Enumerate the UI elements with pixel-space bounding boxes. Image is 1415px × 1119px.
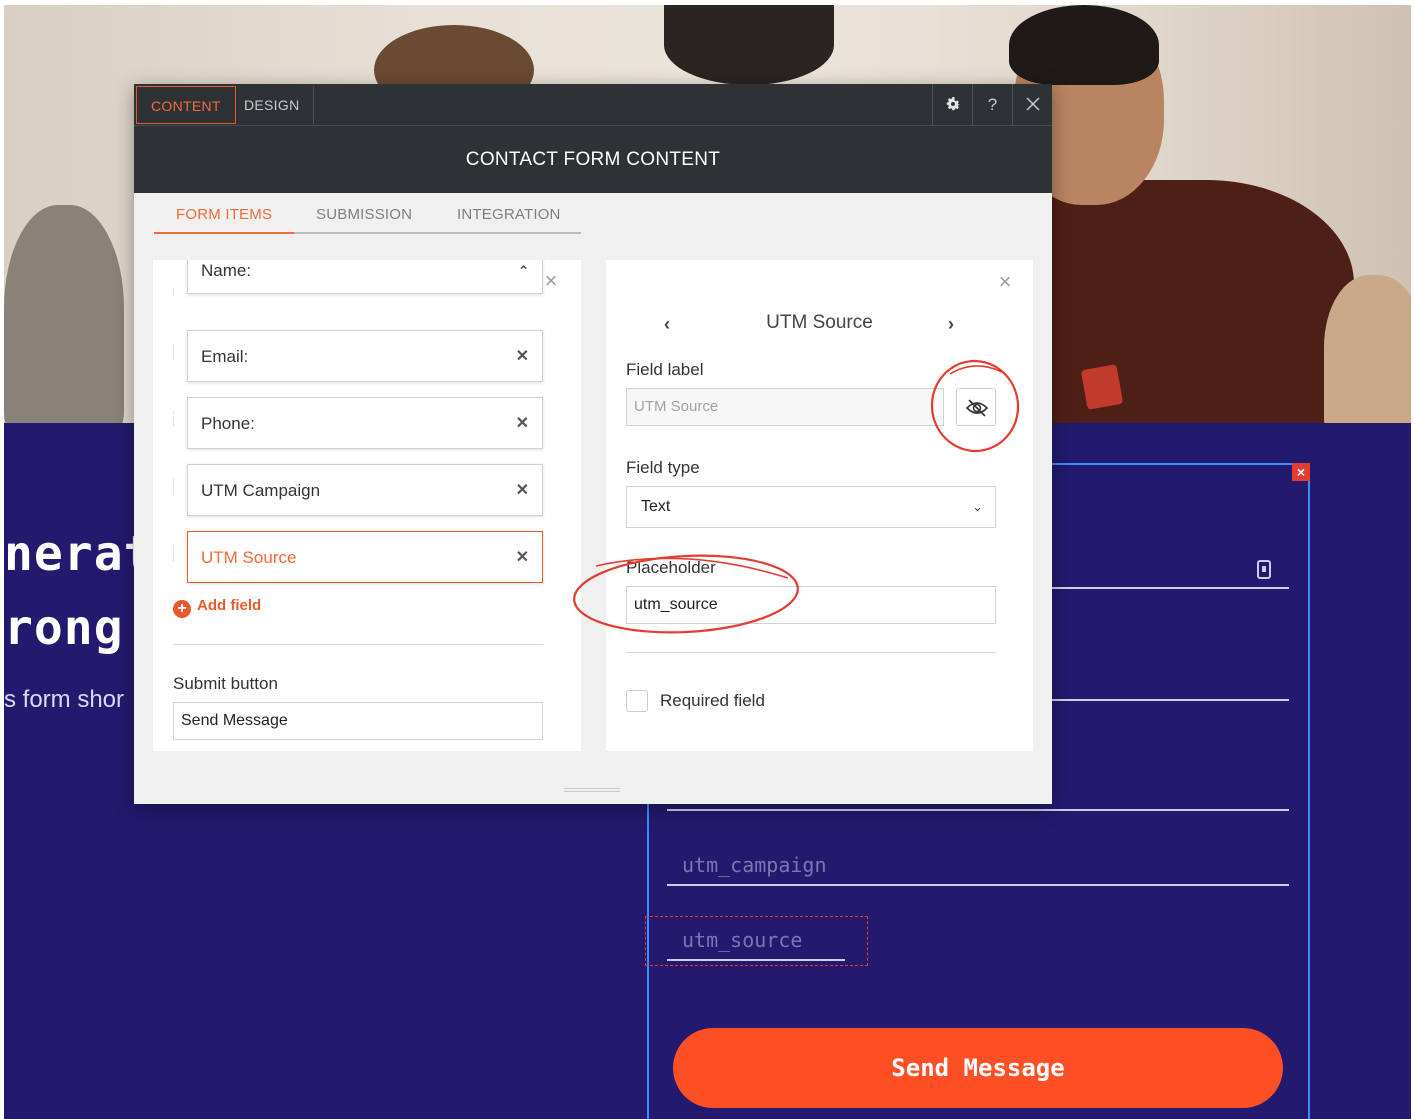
tab-content[interactable]: CONTENT	[136, 86, 236, 124]
eye-off-icon	[965, 399, 989, 417]
drag-handle[interactable]: ⁞ ⁞	[172, 479, 178, 506]
resize-handle[interactable]	[564, 788, 620, 792]
form-field-underline	[667, 959, 845, 961]
submit-button-label: Submit button	[173, 674, 278, 693]
contact-card-icon	[1257, 560, 1271, 579]
field-editor-title: UTM Source	[766, 312, 873, 333]
gear-icon[interactable]	[932, 84, 972, 126]
chevron-up-icon[interactable]: ⌃	[518, 260, 529, 295]
list-item[interactable]: Name: ⌃	[187, 260, 543, 294]
chevron-right-icon[interactable]: ›	[948, 314, 954, 335]
sub-tab-bar: FORM ITEMS SUBMISSION INTEGRATION	[154, 196, 581, 234]
hero-person	[664, 5, 834, 85]
form-items-panel: × Name: ⌃ ⁞ ⁞ ⁞ Email: ✕ ⁞ ⁞ Phone: ✕ ⁞ ⁞ U…	[153, 260, 581, 751]
remove-icon[interactable]: ✕	[516, 331, 529, 383]
list-item[interactable]: UTM Campaign ✕	[187, 464, 543, 516]
tab-integration[interactable]: INTEGRATION	[457, 206, 561, 223]
hero-person	[1324, 275, 1411, 423]
divider	[173, 644, 543, 645]
tab-form-items[interactable]: FORM ITEMS	[176, 206, 272, 223]
list-item[interactable]: Phone: ✕	[187, 397, 543, 449]
form-field-underline	[667, 809, 1289, 811]
field-label-label: Field label	[626, 360, 704, 379]
utm-source-field[interactable]: utm_source	[682, 928, 802, 952]
plus-circle-icon: +	[173, 600, 191, 618]
field-editor-panel: × ‹ UTM Source › Field label UTM Source …	[606, 260, 1033, 751]
field-type-label: Field type	[626, 458, 700, 477]
form-field-underline	[1052, 699, 1289, 701]
active-tab-indicator	[154, 232, 294, 234]
drag-handle[interactable]: ⁞	[172, 289, 178, 316]
field-label-input[interactable]: UTM Source	[626, 388, 944, 426]
remove-icon[interactable]: ✕	[516, 398, 529, 450]
remove-icon[interactable]: ✕	[516, 532, 529, 584]
required-checkbox[interactable]	[626, 690, 648, 712]
send-message-button[interactable]: Send Message	[673, 1028, 1283, 1108]
hero-person	[4, 205, 124, 423]
required-field-label: Required field	[660, 691, 765, 710]
hero-person	[1009, 5, 1159, 85]
help-icon[interactable]: ?	[972, 84, 1012, 126]
tab-submission[interactable]: SUBMISSION	[316, 206, 412, 223]
remove-icon[interactable]: ✕	[516, 465, 529, 517]
hide-label-toggle[interactable]	[956, 388, 996, 426]
field-type-select[interactable]: Text ⌄	[626, 486, 996, 528]
chevron-down-icon: ⌄	[972, 499, 983, 514]
dialog-title: CONTACT FORM CONTENT	[134, 126, 1052, 193]
hero-phone	[1080, 364, 1124, 410]
form-field-underline	[667, 884, 1289, 886]
page-headline: rong	[4, 600, 124, 656]
contact-form-dialog: CONTENT DESIGN ? CONTACT FORM CONTENT FO…	[134, 84, 1052, 804]
dialog-toolbar: CONTENT DESIGN ?	[134, 84, 1052, 126]
placeholder-input[interactable]: utm_source	[626, 586, 996, 624]
page-headline: nerat	[4, 526, 154, 582]
close-icon[interactable]: ×	[994, 271, 1016, 293]
divider	[626, 652, 996, 653]
drag-handle[interactable]: ⁞ ⁞	[172, 412, 178, 439]
form-field-underline	[1052, 587, 1289, 589]
submit-button-input[interactable]: Send Message	[173, 702, 543, 740]
list-item-active[interactable]: UTM Source ✕	[187, 531, 543, 583]
list-item[interactable]: Email: ✕	[187, 330, 543, 382]
tab-design[interactable]: DESIGN	[230, 86, 315, 124]
close-icon[interactable]: ×	[540, 270, 562, 292]
page-subheadline: s form shor	[4, 686, 125, 713]
placeholder-label: Placeholder	[626, 558, 716, 577]
block-remove-button[interactable]: ×	[1292, 463, 1310, 481]
drag-handle[interactable]: ⁞ ⁞	[172, 345, 178, 372]
drag-handle[interactable]: ⁞ ⁞	[172, 546, 178, 573]
close-icon[interactable]	[1012, 84, 1052, 126]
utm-campaign-field[interactable]: utm_campaign	[682, 853, 827, 877]
add-field-button[interactable]: + Add field	[173, 597, 261, 618]
